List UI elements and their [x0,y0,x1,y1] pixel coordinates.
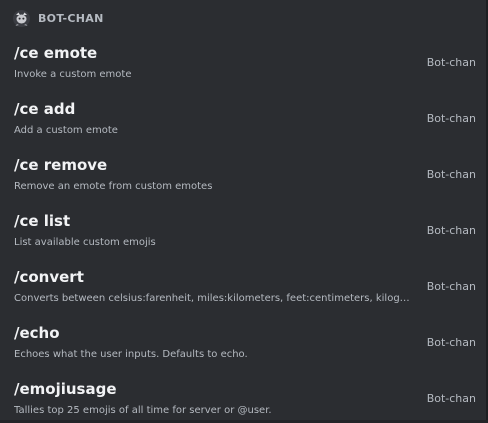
command-item-ce-remove[interactable]: /ce remove Remove an emote from custom e… [0,150,488,206]
command-name: /echo [14,324,60,342]
command-description: Tallies top 25 emojis of all time for se… [14,405,272,416]
section-header: BOT-CHAN [0,0,488,38]
bot-section-name: BOT-CHAN [38,12,104,25]
command-item-ce-add[interactable]: /ce add Add a custom emote Bot-chan [0,94,488,150]
command-description: Converts between celsius:farenheit, mile… [14,293,412,304]
command-autocomplete-panel: BOT-CHAN /ce emote Invoke a custom emote… [0,0,488,423]
command-name: /ce list [14,212,71,230]
command-name: /ce emote [14,44,98,62]
command-source: Bot-chan [426,112,476,125]
command-description: Remove an emote from custom emotes [14,181,213,192]
command-source: Bot-chan [426,336,476,349]
command-item-emojiusage[interactable]: /emojiusage Tallies top 25 emojis of all… [0,374,488,423]
command-name: /ce add [14,100,76,118]
command-item-echo[interactable]: /echo Echoes what the user inputs. Defau… [0,318,488,374]
command-description: List available custom emojis [14,237,156,248]
command-source: Bot-chan [426,168,476,181]
command-source: Bot-chan [426,224,476,237]
command-description: Echoes what the user inputs. Defaults to… [14,349,248,360]
command-name: /convert [14,268,84,286]
command-list: /ce emote Invoke a custom emote Bot-chan… [0,38,488,423]
command-source: Bot-chan [426,56,476,69]
command-source: Bot-chan [426,280,476,293]
command-name: /ce remove [14,156,108,174]
bot-avatar-icon [13,10,30,27]
command-source: Bot-chan [426,392,476,405]
command-item-ce-emote[interactable]: /ce emote Invoke a custom emote Bot-chan [0,38,488,94]
command-name: /emojiusage [14,380,117,398]
command-description: Add a custom emote [14,125,118,136]
command-item-ce-list[interactable]: /ce list List available custom emojis Bo… [0,206,488,262]
command-item-convert[interactable]: /convert Converts between celsius:farenh… [0,262,488,318]
command-description: Invoke a custom emote [14,69,132,80]
